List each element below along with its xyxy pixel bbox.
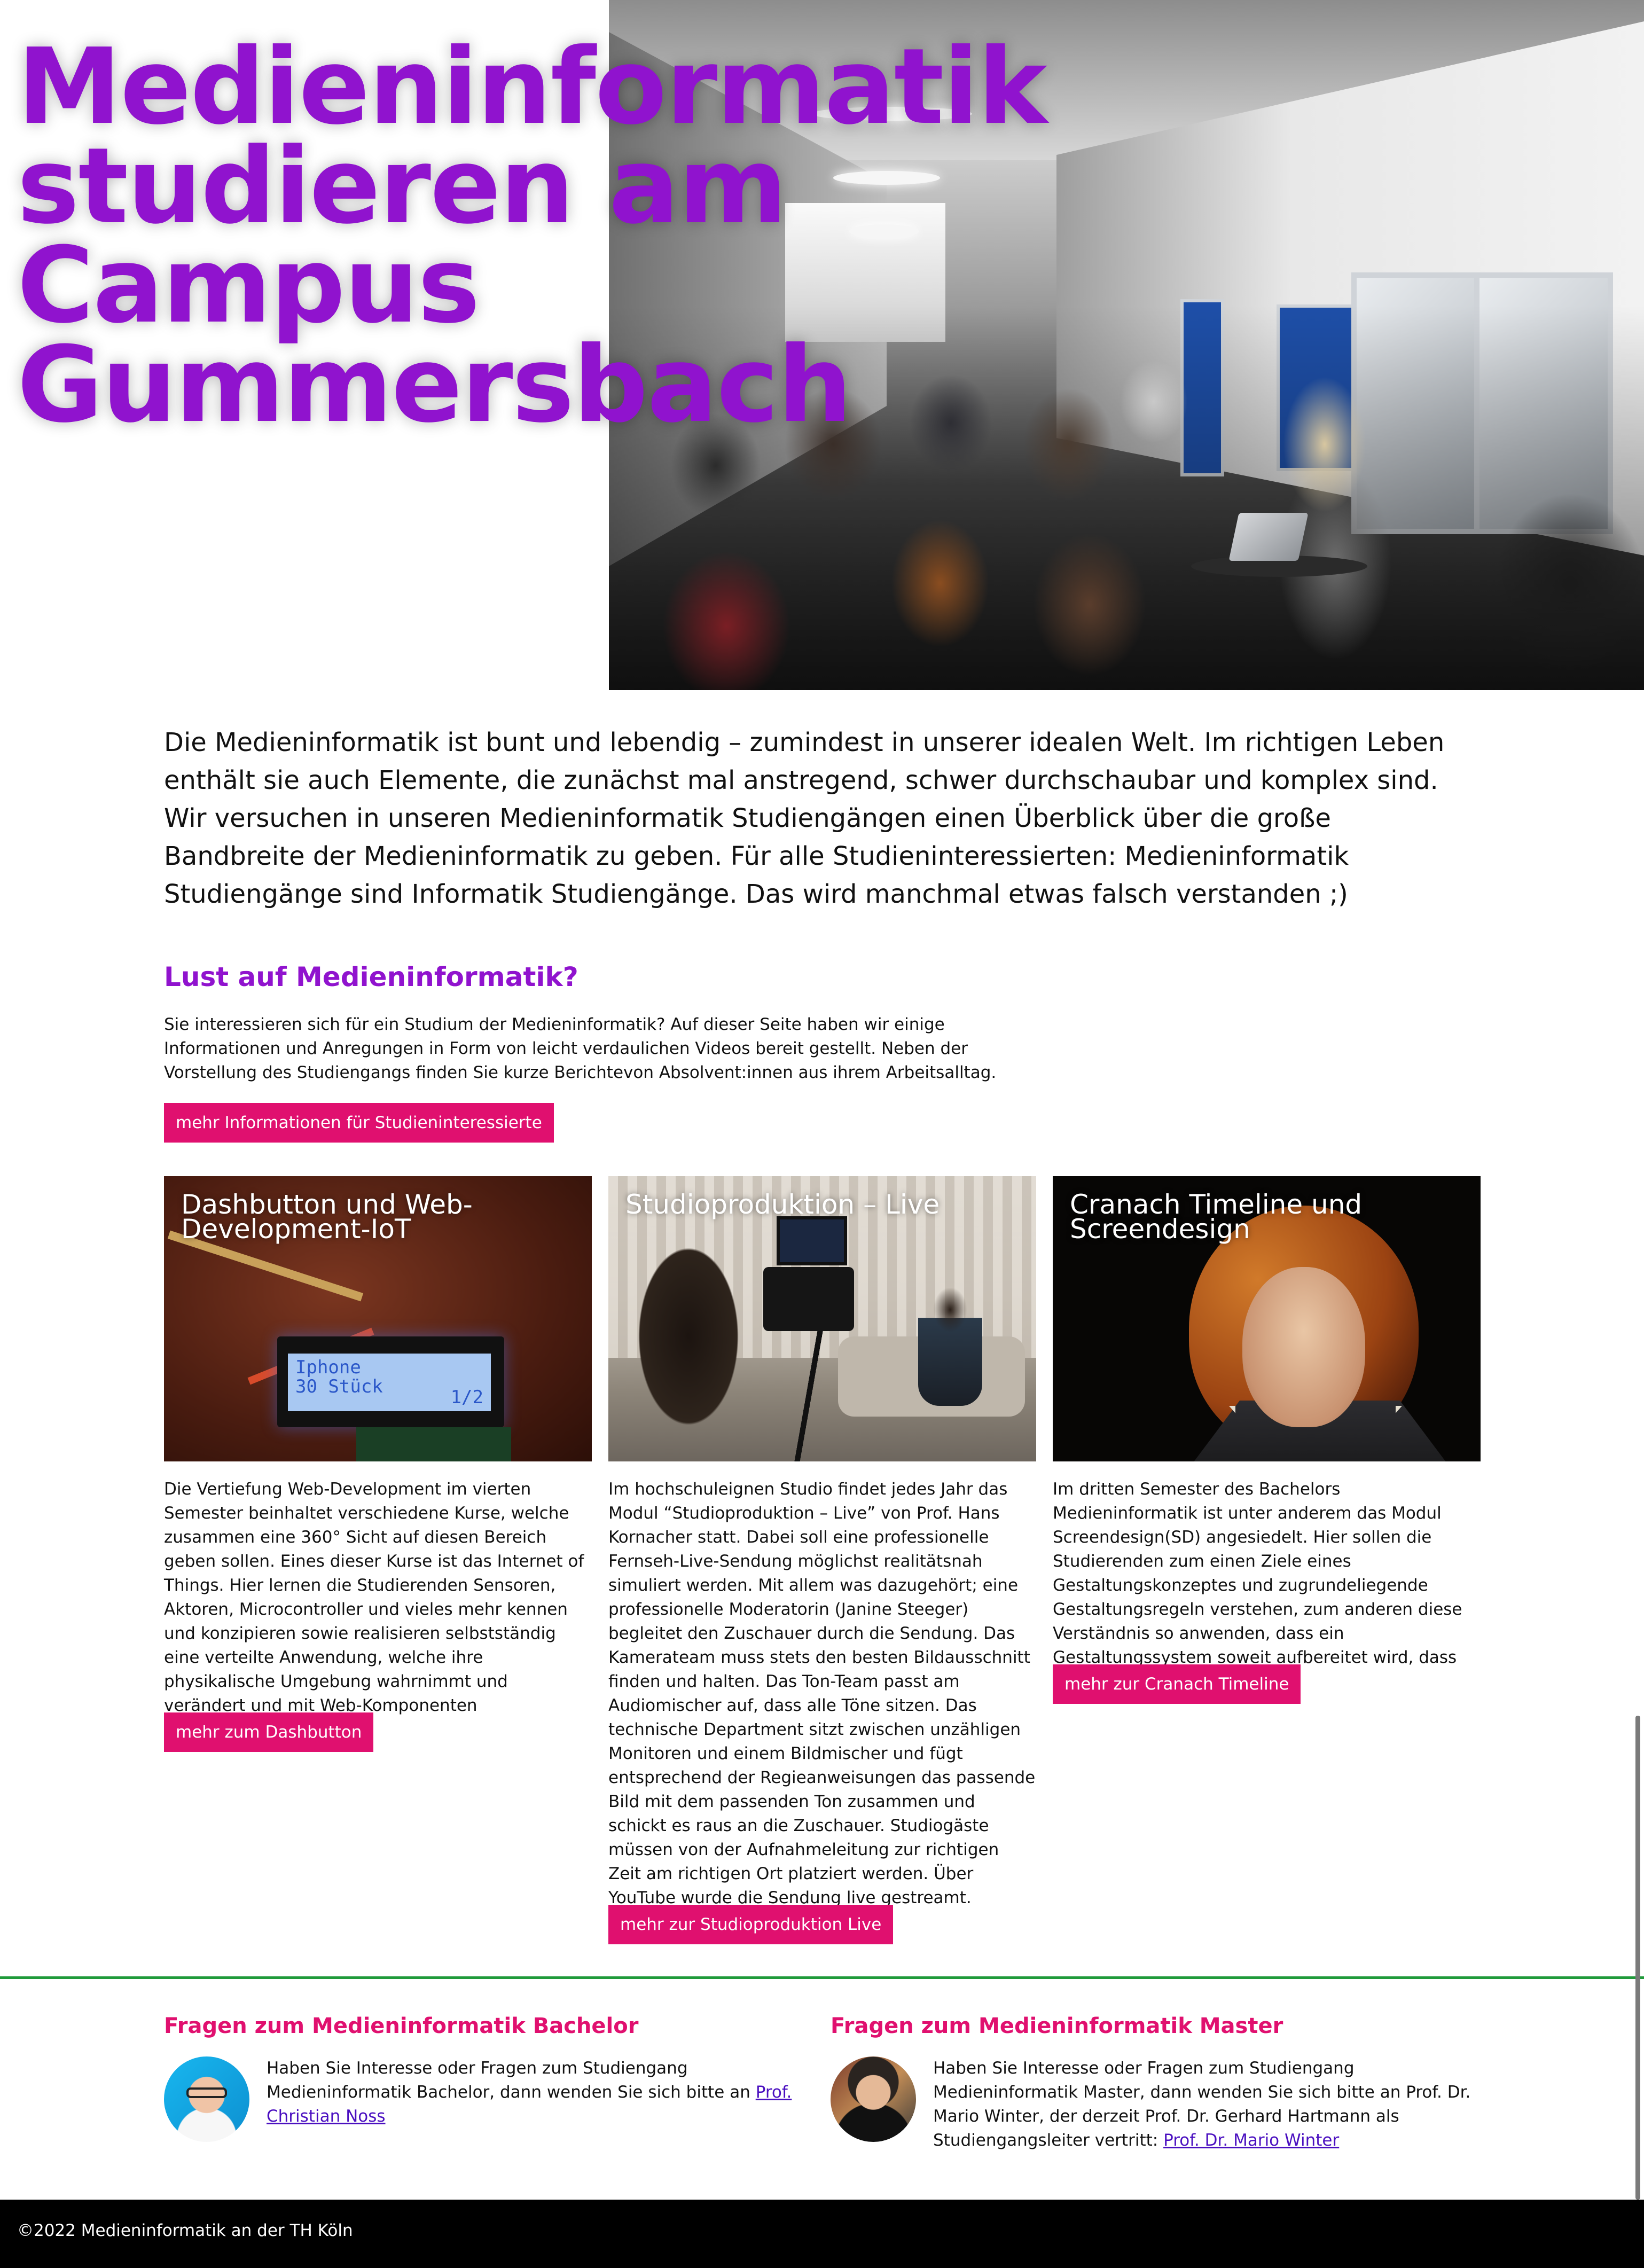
contact-text-body: Haben Sie Interesse oder Fragen zum Stud… (267, 2059, 756, 2102)
avatar (831, 2056, 916, 2142)
copyright-text: ©2022 Medieninformatik an der TH Köln (17, 2221, 353, 2240)
hero-section: Medieninformatik studieren am Campus Gum… (0, 0, 1644, 690)
contact-text: Haben Sie Interesse oder Fragen zum Stud… (933, 2056, 1489, 2153)
card-text: Die Vertiefung Web-Development im vierte… (164, 1480, 584, 1739)
more-info-button[interactable]: mehr Informationen für Studieninteressie… (164, 1103, 554, 1143)
lcd-display: Iphone 30 Stück 1/2 (288, 1354, 491, 1411)
contact-text: Haben Sie Interesse oder Fragen zum Stud… (267, 2056, 822, 2129)
lcd-page: 1/2 (450, 1387, 483, 1408)
lust-paragraph: Sie interessieren sich für ein Studium d… (164, 1015, 997, 1082)
intro-paragraph: Die Medieninformatik ist bunt und lebend… (164, 728, 1445, 909)
contact-heading: Fragen zum Medieninformatik Bachelor (164, 2014, 639, 2038)
contact-heading: Fragen zum Medieninformatik Master (831, 2014, 1283, 2038)
card-dashbutton: Dashbutton und Web-Development-IoT Iphon… (164, 1176, 592, 1752)
card-title[interactable]: Dashbutton und Web-Development-IoT (181, 1191, 576, 1242)
card-image-dashbutton[interactable]: Dashbutton und Web-Development-IoT Iphon… (164, 1176, 592, 1461)
contact-master: Fragen zum Medieninformatik Master Haben… (831, 2014, 1488, 2150)
page-title-line: Medieninformatik (17, 26, 1047, 148)
card-text: Im dritten Semester des Bachelors Medien… (1053, 1480, 1462, 1691)
more-studio-button[interactable]: mehr zur Studioproduktion Live (608, 1905, 894, 1944)
lust-heading: Lust auf Medieninformatik? (164, 961, 578, 992)
card-title[interactable]: Studioproduktion – Live (625, 1191, 1020, 1218)
card-cranach: Cranach Timeline und Screendesign Im dri… (1053, 1176, 1481, 1704)
contact-bachelor: Fragen zum Medieninformatik Bachelor Hab… (164, 2014, 821, 2142)
lcd-line: Iphone (295, 1357, 361, 1378)
avatar (164, 2056, 249, 2142)
page-title-line: Gummersbach (17, 324, 852, 446)
contact-link-winter[interactable]: Prof. Dr. Mario Winter (1163, 2131, 1339, 2150)
footer-bar: ©2022 Medieninformatik an der TH Köln (0, 2200, 1644, 2268)
page-title-line: studieren am (17, 126, 787, 247)
card-title[interactable]: Cranach Timeline und Screendesign (1070, 1191, 1465, 1242)
card-text: Im hochschuleignen Studio findet jedes J… (608, 1480, 1036, 1907)
card-studioproduktion: Studioproduktion – Live Im hochschuleign… (608, 1176, 1036, 1944)
card-image-cranach-portrait[interactable]: Cranach Timeline und Screendesign (1053, 1176, 1481, 1461)
more-dashbutton-button[interactable]: mehr zum Dashbutton (164, 1712, 374, 1752)
page-title-line: Campus (17, 225, 480, 347)
section-divider (0, 1976, 1644, 1979)
more-cranach-button[interactable]: mehr zur Cranach Timeline (1053, 1664, 1301, 1704)
card-image-studio[interactable]: Studioproduktion – Live (608, 1176, 1036, 1461)
page-title: Medieninformatik studieren am Campus Gum… (17, 26, 1047, 446)
scrollbar-thumb[interactable] (1635, 1716, 1640, 2200)
